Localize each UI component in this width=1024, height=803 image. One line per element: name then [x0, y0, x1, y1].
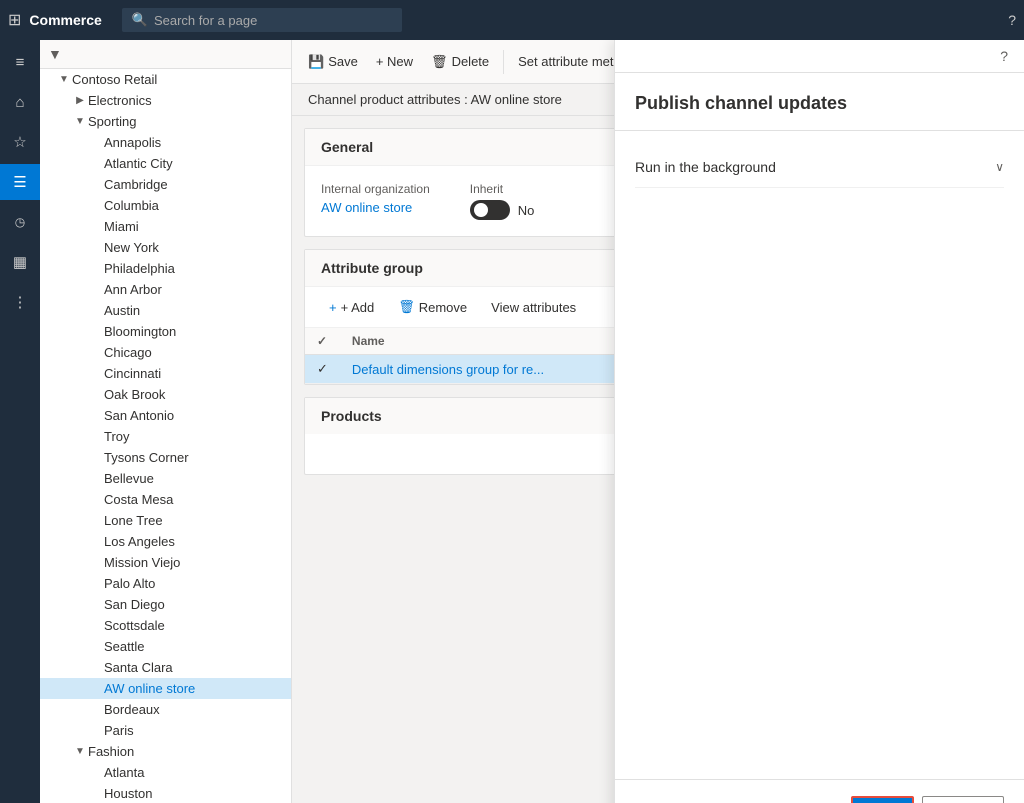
cmd-separator — [503, 50, 504, 74]
tree-item-annapolis[interactable]: Annapolis — [40, 132, 291, 153]
nav-workspaces[interactable]: ▦ — [0, 244, 40, 280]
internal-org-field: Internal organization AW online store — [321, 182, 430, 215]
search-box[interactable]: 🔍 — [122, 8, 402, 32]
tree-item-san-antonio[interactable]: San Antonio — [40, 405, 291, 426]
nav-icons: ≡ ⌂ ☆ ☰ ◷ ▦ ⋮ — [0, 40, 40, 803]
sidebar: ▼ ▼ Contoso Retail ▶ Electronics ▼ Sport — [40, 40, 292, 803]
tree-item-paris[interactable]: Paris — [40, 720, 291, 741]
tree-item-oak-brook[interactable]: Oak Brook — [40, 384, 291, 405]
internal-org-label: Internal organization — [321, 182, 430, 196]
tree-item-houston[interactable]: Houston — [40, 783, 291, 803]
nav-home[interactable]: ⌂ — [0, 84, 40, 120]
tree-item-chicago[interactable]: Chicago — [40, 342, 291, 363]
tree-item-san-diego[interactable]: San Diego — [40, 594, 291, 615]
ok-button[interactable]: OK — [851, 796, 914, 803]
inherit-toggle-row: No — [470, 200, 535, 220]
new-button[interactable]: + New — [368, 50, 421, 73]
tree-item-atlanta[interactable]: Atlanta — [40, 762, 291, 783]
tree-item-electronics[interactable]: ▶ Electronics — [40, 90, 291, 111]
tree-item-ann-arbor[interactable]: Ann Arbor — [40, 279, 291, 300]
row-check: ✓ — [305, 355, 340, 384]
tree-item-philadelphia[interactable]: Philadelphia — [40, 258, 291, 279]
run-in-background-label: Run in the background — [635, 159, 776, 175]
tree-item-tysons-corner[interactable]: Tysons Corner — [40, 447, 291, 468]
col-name: Name — [340, 328, 633, 355]
delete-button[interactable]: 🗑 Delete — [423, 50, 497, 74]
cancel-button[interactable]: Cancel — [922, 796, 1004, 803]
tree-item-los-angeles[interactable]: Los Angeles — [40, 531, 291, 552]
view-attributes-button[interactable]: View attributes — [483, 296, 584, 319]
add-icon: + — [329, 300, 337, 315]
search-icon: 🔍 — [132, 12, 148, 28]
app-title: Commerce — [29, 12, 101, 28]
tree-item-lone-tree[interactable]: Lone Tree — [40, 510, 291, 531]
nav-recent[interactable]: ◷ — [0, 204, 40, 240]
right-panel: ? Publish channel updates Run in the bac… — [614, 40, 1024, 803]
tree-item-bloomington[interactable]: Bloomington — [40, 321, 291, 342]
toggle-knob — [474, 203, 488, 217]
internal-org-value[interactable]: AW online store — [321, 200, 430, 215]
tree-item-costa-mesa[interactable]: Costa Mesa — [40, 489, 291, 510]
inherit-toggle-label: No — [518, 203, 535, 218]
tree-item-columbia[interactable]: Columbia — [40, 195, 291, 216]
tree-item-austin[interactable]: Austin — [40, 300, 291, 321]
tree-item-cambridge[interactable]: Cambridge — [40, 174, 291, 195]
delete-icon: 🗑 — [431, 54, 448, 70]
apps-grid-icon[interactable]: ⊞ — [8, 10, 21, 30]
search-input[interactable] — [154, 13, 374, 28]
save-icon: 💾 — [308, 54, 324, 70]
nav-hamburger[interactable]: ≡ — [0, 44, 40, 80]
tree-item-santa-clara[interactable]: Santa Clara — [40, 657, 291, 678]
col-check: ✓ — [305, 328, 340, 355]
panel-help-icon[interactable]: ? — [992, 44, 1016, 68]
inherit-label: Inherit — [470, 182, 535, 196]
right-panel-body: Run in the background ∨ — [615, 131, 1024, 779]
tree-item-mission-viejo[interactable]: Mission Viejo — [40, 552, 291, 573]
filter-icon[interactable]: ▼ — [48, 46, 62, 62]
tree-item-palo-alto[interactable]: Palo Alto — [40, 573, 291, 594]
tree-item-contoso-retail[interactable]: ▼ Contoso Retail — [40, 69, 291, 90]
tree-item-seattle[interactable]: Seattle — [40, 636, 291, 657]
tree-item-sporting[interactable]: ▼ Sporting — [40, 111, 291, 132]
nav-modules[interactable]: ☰ — [0, 164, 40, 200]
nav-favorites[interactable]: ☆ — [0, 124, 40, 160]
chevron-down-icon: ∨ — [995, 160, 1004, 174]
tree-item-bordeaux[interactable]: Bordeaux — [40, 699, 291, 720]
nav-list[interactable]: ⋮ — [0, 284, 40, 320]
tree-container: ▼ Contoso Retail ▶ Electronics ▼ Sportin… — [40, 69, 291, 803]
right-panel-footer: OK Cancel — [615, 779, 1024, 803]
tree-item-bellevue[interactable]: Bellevue — [40, 468, 291, 489]
tree-item-cincinnati[interactable]: Cincinnati — [40, 363, 291, 384]
remove-icon: 🗑 — [398, 299, 415, 315]
row-name[interactable]: Default dimensions group for re... — [340, 355, 633, 384]
run-in-background-row[interactable]: Run in the background ∨ — [635, 147, 1004, 188]
sidebar-toolbar: ▼ — [40, 40, 291, 69]
tree-item-aw-online-store[interactable]: AW online store — [40, 678, 291, 699]
tree-item-new-york[interactable]: New York — [40, 237, 291, 258]
help-icon[interactable]: ? — [1008, 12, 1016, 28]
remove-button[interactable]: 🗑 Remove — [390, 295, 475, 319]
top-bar: ⊞ Commerce 🔍 ? — [0, 0, 1024, 40]
tree-item-scottsdale[interactable]: Scottsdale — [40, 615, 291, 636]
inherit-field: Inherit No — [470, 182, 535, 220]
right-panel-title: Publish channel updates — [635, 93, 847, 113]
tree-item-atlantic-city[interactable]: Atlantic City — [40, 153, 291, 174]
main-container: ≡ ⌂ ☆ ☰ ◷ ▦ ⋮ ▼ ▼ Contoso Retail ▶ Elect… — [0, 40, 1024, 803]
right-panel-header: Publish channel updates — [615, 73, 1024, 131]
save-button[interactable]: 💾 Save — [300, 50, 366, 74]
add-button[interactable]: + + Add — [321, 296, 382, 319]
inherit-toggle[interactable] — [470, 200, 510, 220]
tree-item-fashion[interactable]: ▼ Fashion — [40, 741, 291, 762]
tree-item-miami[interactable]: Miami — [40, 216, 291, 237]
tree-item-troy[interactable]: Troy — [40, 426, 291, 447]
